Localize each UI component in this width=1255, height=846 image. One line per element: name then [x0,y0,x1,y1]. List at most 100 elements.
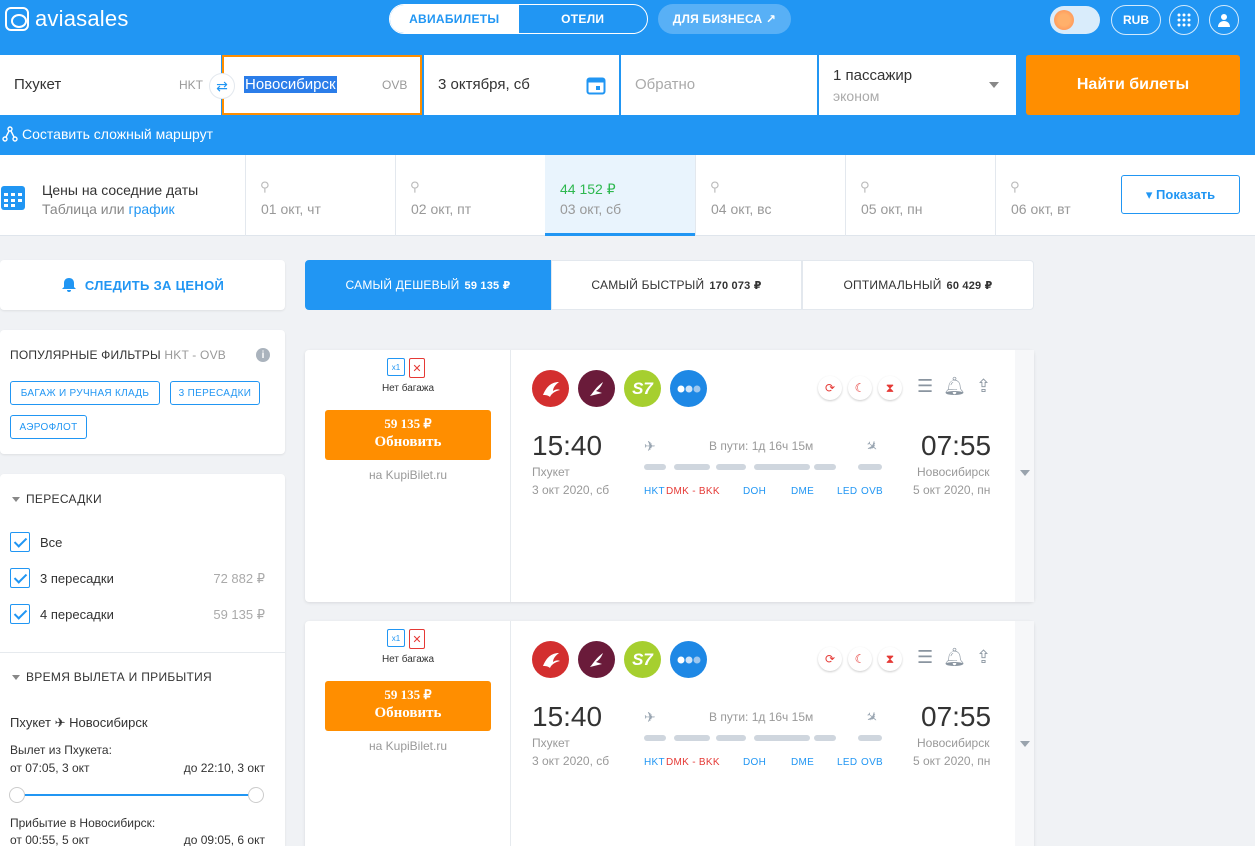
date-cell[interactable]: ⚲ 06 окт, вт [995,155,1105,236]
add-to-list-icon[interactable]: ☰ [917,376,933,397]
info-icon[interactable]: i [256,348,270,362]
baggage-info: x1 ✕ [387,629,425,649]
seller-link[interactable]: на KupiBilet.ru [305,739,511,753]
seller-link[interactable]: на KupiBilet.ru [305,468,511,482]
share-icon[interactable]: ⇪ [976,376,991,397]
caret-down-icon [12,496,20,502]
date-price: 44 152 ₽ [560,181,616,197]
hand-luggage-icon: x1 [387,358,405,376]
date-cell[interactable]: ⚲ 04 окт, вс [695,155,845,236]
depart-date-value: 3 октября, сб [438,76,530,93]
sort-fastest[interactable]: САМЫЙ БЫСТРЫЙ 170 073 ₽ [551,260,802,310]
arrival-time: 07:55 [921,701,992,732]
watch-price-button[interactable]: СЛЕДИТЬ ЗА ЦЕНОЙ [0,260,285,310]
logo[interactable]: aviasales [5,6,129,32]
return-date-field[interactable]: Обратно [621,55,817,115]
search-icon: ⚲ [860,179,870,194]
date-cell[interactable]: ⚲ 01 окт, чт [245,155,395,236]
tab-hotels[interactable]: ОТЕЛИ [519,5,648,33]
bell-icon[interactable]: 🔔︎ [943,376,966,397]
update-price-button[interactable]: 59 135 ₽ Обновить [325,681,491,731]
chip-3-stops[interactable]: 3 ПЕРЕСАДКИ [170,381,260,405]
departure-city: Пхукет [532,465,570,479]
find-tickets-button[interactable]: Найти билеты [1026,55,1240,115]
landing-icon: ✈ [862,707,882,728]
currency-button[interactable]: RUB [1111,5,1161,35]
calendar-icon [586,77,606,95]
departure-date: 3 окт 2020, сб [532,483,610,497]
date-cell-selected[interactable]: 44 152 ₽ 03 окт, сб [545,155,695,236]
departure-time: 15:40 [532,701,603,732]
times-section-toggle[interactable]: ВРЕМЯ ВЫЛЕТА И ПРИБЫТИЯ [12,670,212,684]
origin-code: HKT [179,78,203,92]
ticket-tools: ☰ 🔔︎ ⇪ [917,376,991,397]
theme-toggle[interactable] [1050,6,1100,34]
neighbor-dates-subtitle: Таблица или график [42,201,175,217]
destination-code: OVB [382,78,408,92]
search-icon: ⚲ [710,179,720,194]
more-airlines-icon [670,641,707,678]
update-price-button[interactable]: 59 135 ₽ Обновить [325,410,491,460]
origin-value: Пхукет [14,76,62,93]
neighbor-dates-title: Цены на соседние даты [42,182,199,198]
qatar-logo-icon [578,641,615,678]
airasia-logo-icon [532,641,569,678]
profile-button[interactable] [1209,5,1239,35]
hand-luggage-icon: x1 [387,629,405,647]
date-cell[interactable]: ⚲ 05 окт, пн [845,155,995,236]
route-segments [644,464,882,470]
departure-city: Пхукет [532,736,570,750]
no-baggage-icon: ✕ [409,358,425,378]
business-button[interactable]: ДЛЯ БИЗНЕСА ↗ [658,4,791,34]
graph-link[interactable]: график [129,201,175,217]
depart-date-field[interactable]: 3 октября, сб [424,55,619,115]
swap-button[interactable]: ⇄ [209,73,235,99]
neighbor-dates-strip: Цены на соседние даты Таблица или график… [0,155,1255,236]
share-icon[interactable]: ⇪ [976,647,991,668]
chip-aeroflot[interactable]: АЭРОФЛОТ [10,415,87,439]
passengers-value: 1 пассажир [833,67,913,84]
complex-route-link[interactable]: Составить сложный маршрут [2,126,213,142]
aviasales-logo-icon [5,7,29,31]
ticket-card[interactable]: x1 ✕ Нет багажа 59 135 ₽ Обновить на Kup… [305,350,1034,602]
popular-filters-panel: ПОПУЛЯРНЫЕ ФИЛЬТРЫ HKT - OVB i БАГАЖ И Р… [0,330,285,454]
landing-icon: ✈ [862,436,882,457]
chip-baggage[interactable]: БАГАЖ И РУЧНАЯ КЛАДЬ [10,381,160,405]
destination-field[interactable]: Новосибирск OVB [222,55,422,115]
show-dates-button[interactable]: ▾ Показать [1121,175,1240,214]
caret-down-icon [12,674,20,680]
date-cell[interactable]: ⚲ 02 окт, пт [395,155,545,236]
tab-flights[interactable]: АВИАБИЛЕТЫ [390,5,519,33]
origin-field[interactable]: Пхукет HKT [0,55,221,115]
refresh-icon: ⟳ [818,647,842,671]
ticket-buy-panel: x1 ✕ Нет багажа 59 135 ₽ Обновить на Kup… [305,350,511,602]
sun-icon [1054,10,1074,30]
passengers-field[interactable]: 1 пассажир эконом [819,55,1016,115]
checkbox-all-stops[interactable] [10,532,30,552]
user-icon [1218,14,1230,27]
stops-section-toggle[interactable]: ПЕРЕСАДКИ [12,492,102,506]
slider-handle-end[interactable] [248,787,264,803]
slider-handle-start[interactable] [9,787,25,803]
apps-grid-button[interactable] [1169,5,1199,35]
table-link[interactable]: Таблица [42,201,97,217]
sort-optimal[interactable]: ОПТИМАЛЬНЫЙ 60 429 ₽ [802,260,1034,310]
add-to-list-icon[interactable]: ☰ [917,647,933,668]
baggage-info: x1 ✕ [387,358,425,378]
expand-ticket-button[interactable] [1015,621,1034,846]
checkbox-4-stops[interactable] [10,604,30,624]
checkbox-3-stops[interactable] [10,568,30,588]
flight-duration: В пути: 1д 16ч 15м [709,710,814,724]
swap-arrows-icon: ⇄ [216,77,228,94]
ticket-card[interactable]: x1 ✕ Нет багажа 59 135 ₽ Обновить на Kup… [305,621,1034,846]
return-placeholder: Обратно [635,76,696,93]
bell-icon[interactable]: 🔔︎ [943,647,966,668]
expand-ticket-button[interactable] [1015,350,1034,602]
ticket-tools: ☰ 🔔︎ ⇪ [917,647,991,668]
popular-filters-title: ПОПУЛЯРНЫЕ ФИЛЬТРЫ HKT - OVB [10,348,226,362]
ticket-buy-panel: x1 ✕ Нет багажа 59 135 ₽ Обновить на Kup… [305,621,511,846]
moon-icon: ☾ [848,376,872,400]
refresh-icon: ⟳ [818,376,842,400]
depart-time-slider-track[interactable] [18,794,256,796]
sort-cheapest[interactable]: САМЫЙ ДЕШЕВЫЙ 59 135 ₽ [305,260,551,310]
